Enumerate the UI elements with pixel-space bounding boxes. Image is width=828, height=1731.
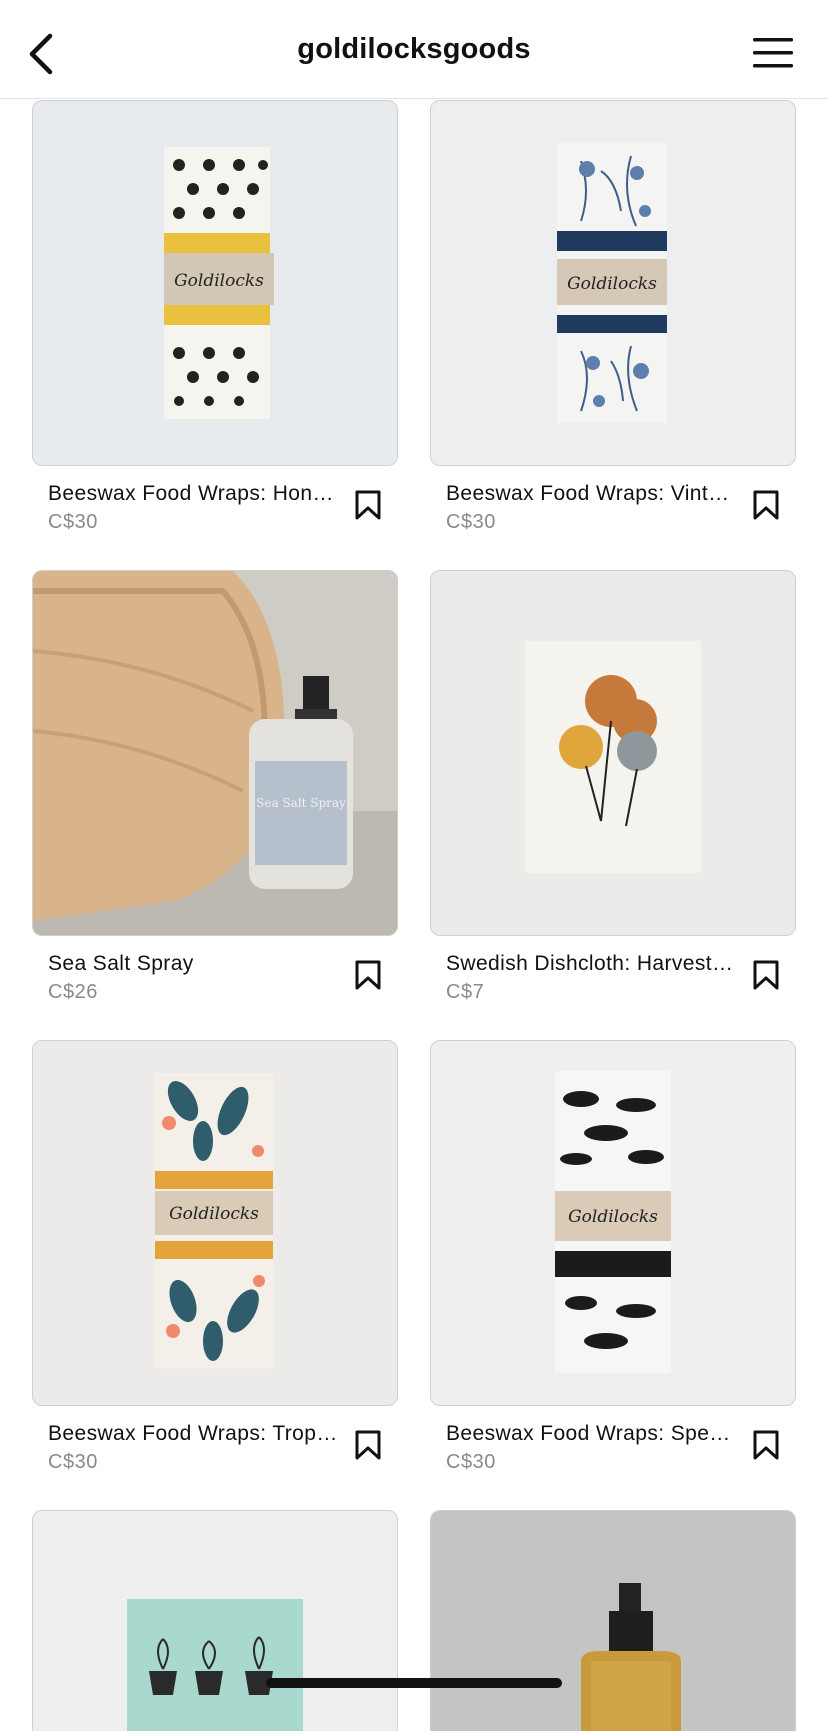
bookmark-icon[interactable]: [352, 488, 384, 522]
product-price: C$30: [48, 1451, 98, 1473]
bookmark-icon[interactable]: [352, 958, 384, 992]
home-indicator[interactable]: [266, 1678, 562, 1688]
product-image-succulent-dishcloth[interactable]: [32, 1510, 398, 1731]
product-name[interactable]: Beeswax Food Wraps: Vintage Botanical: [446, 482, 736, 506]
brand-band-text: Goldilocks: [567, 274, 657, 294]
bookmark-icon[interactable]: [750, 1428, 782, 1462]
product-image-honeybee-wrap[interactable]: Goldilocks: [32, 100, 398, 466]
brand-band-text: Goldilocks: [169, 1204, 259, 1224]
product-price: C$30: [446, 1451, 496, 1473]
product-name[interactable]: Beeswax Food Wraps: Species: [446, 1422, 736, 1446]
product-card[interactable]: [32, 1510, 398, 1731]
product-name[interactable]: Beeswax Food Wraps: Honeybee: [48, 482, 338, 506]
product-name[interactable]: Sea Salt Spray: [48, 952, 338, 976]
hamburger-menu-icon: [753, 38, 793, 68]
product-image-botanical-wrap[interactable]: Goldilocks: [430, 100, 796, 466]
bottle-label-text: Sea Salt Spray: [256, 796, 346, 810]
product-card[interactable]: Goldilocks Beeswax Food Wraps: Honeybee …: [32, 100, 398, 536]
product-image-sea-salt-spray[interactable]: Sea Salt Spray: [32, 570, 398, 936]
top-navigation-bar: goldilocksgoods: [0, 0, 828, 99]
page-title: goldilocksgoods: [297, 33, 531, 65]
product-name[interactable]: Swedish Dishcloth: Harvest Bloom: [446, 952, 736, 976]
product-card[interactable]: Goldilocks Beeswax Food Wraps: Species C…: [430, 1040, 796, 1476]
product-card[interactable]: Goldilocks Beeswax Food Wraps: Tropical …: [32, 1040, 398, 1476]
product-card[interactable]: [430, 1510, 796, 1731]
product-price: C$30: [48, 511, 98, 533]
product-price: C$7: [446, 981, 485, 1003]
brand-band-text: Goldilocks: [174, 271, 264, 291]
product-image-tropical-wrap[interactable]: Goldilocks: [32, 1040, 398, 1406]
product-image-species-wrap[interactable]: Goldilocks: [430, 1040, 796, 1406]
product-grid: Goldilocks Beeswax Food Wraps: Honeybee …: [0, 0, 828, 1731]
bookmark-icon[interactable]: [352, 1428, 384, 1462]
product-image-swedish-dishcloth[interactable]: [430, 570, 796, 936]
brand-band-text: Goldilocks: [568, 1207, 658, 1227]
menu-button[interactable]: [748, 30, 798, 76]
product-price: C$26: [48, 981, 98, 1003]
bookmark-icon[interactable]: [750, 958, 782, 992]
bookmark-icon[interactable]: [750, 488, 782, 522]
product-price: C$30: [446, 511, 496, 533]
product-name[interactable]: Beeswax Food Wraps: Tropical: [48, 1422, 338, 1446]
product-card[interactable]: Sea Salt Spray Sea Salt Spray C$26: [32, 570, 398, 1006]
product-image-oil-bottle[interactable]: [430, 1510, 796, 1731]
product-card[interactable]: Goldilocks Beeswax Food Wraps: Vintage B…: [430, 100, 796, 536]
product-card[interactable]: Swedish Dishcloth: Harvest Bloom C$7: [430, 570, 796, 1006]
